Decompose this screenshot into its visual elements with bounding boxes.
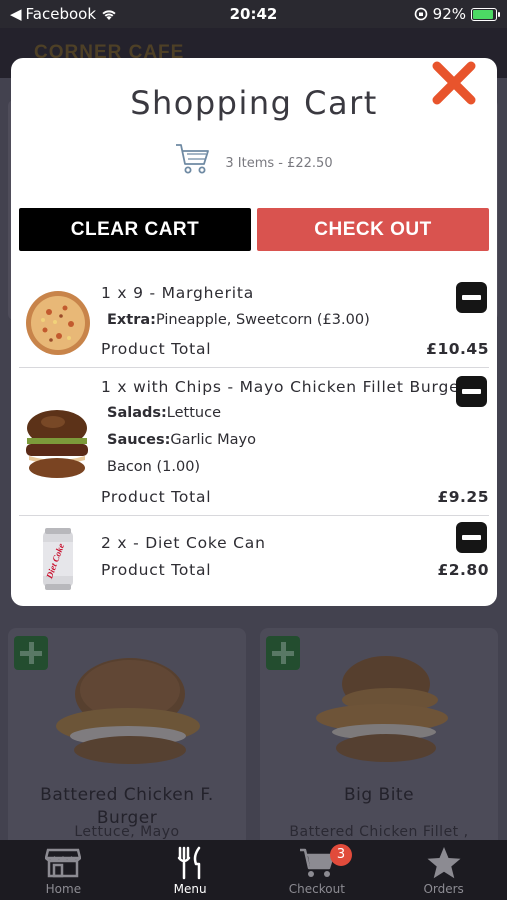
menu-item-name: Big Bite bbox=[343, 785, 415, 805]
store-icon bbox=[45, 848, 82, 878]
cart-item-option: Sauces:Garlic Mayo bbox=[107, 432, 256, 448]
diet-coke-can-image: Diet Coke bbox=[43, 528, 73, 590]
battered-chicken-burger-image bbox=[56, 658, 200, 764]
cart-item: 1 x 9 - Margherita Extra:Pineapple, Swee… bbox=[19, 270, 489, 368]
burger-image bbox=[26, 410, 88, 478]
cart-item-title: 1 x 9 - Margherita bbox=[101, 284, 255, 302]
battery-percent: 92% bbox=[432, 5, 466, 23]
option-label: Salads: bbox=[107, 405, 167, 421]
tab-menu-label: Menu bbox=[173, 882, 207, 896]
cart-item-option: Bacon (1.00) bbox=[107, 459, 200, 475]
product-total-value: £9.25 bbox=[437, 488, 489, 506]
shopping-cart-modal: Shopping Cart 3 Items - £22.50 CLEAR CAR… bbox=[11, 58, 497, 606]
remove-item-button[interactable] bbox=[456, 522, 487, 553]
tab-orders[interactable]: Orders bbox=[380, 840, 507, 900]
product-total-label: Product Total bbox=[101, 340, 212, 358]
tab-home[interactable]: Home bbox=[0, 840, 127, 900]
menu-item-description: Lettuce, Mayo bbox=[74, 824, 180, 840]
option-value: Garlic Mayo bbox=[170, 432, 256, 448]
cart-item-count: 3 Items - £22.50 bbox=[225, 155, 333, 171]
tab-orders-label: Orders bbox=[423, 882, 464, 896]
fork-knife-icon bbox=[177, 846, 201, 880]
cart-item-title: 2 x - Diet Coke Can bbox=[101, 534, 266, 552]
product-total-label: Product Total bbox=[101, 488, 212, 506]
clear-cart-button[interactable]: CLEAR CART bbox=[19, 208, 251, 251]
cart-icon bbox=[176, 144, 210, 174]
tab-menu[interactable]: Menu bbox=[127, 840, 254, 900]
tab-checkout-label: Checkout bbox=[288, 882, 345, 896]
big-bite-burger-image bbox=[316, 656, 448, 762]
product-total-label: Product Total bbox=[101, 561, 212, 579]
modal-title: Shopping Cart bbox=[130, 84, 378, 122]
remove-item-button[interactable] bbox=[456, 376, 487, 407]
menu-card[interactable]: Battered Chicken F. Burger Lettuce, Mayo bbox=[8, 628, 246, 853]
cart-item-title: 1 x with Chips - Mayo Chicken Fillet Bur… bbox=[101, 378, 467, 396]
status-bar: ◀ Facebook 20:42 92% bbox=[0, 0, 507, 28]
tab-checkout[interactable]: Checkout bbox=[254, 840, 381, 900]
tab-home-label: Home bbox=[45, 882, 82, 896]
option-label: Extra: bbox=[107, 312, 156, 328]
checkout-badge: 3 bbox=[330, 844, 352, 866]
option-value: Bacon (1.00) bbox=[107, 459, 201, 475]
option-value: Lettuce bbox=[166, 405, 221, 421]
pizza-image bbox=[26, 291, 90, 355]
product-total-value: £10.45 bbox=[426, 340, 489, 358]
battery-icon bbox=[471, 7, 500, 21]
battery-fill bbox=[473, 9, 494, 19]
cart-item: 1 x with Chips - Mayo Chicken Fillet Bur… bbox=[19, 368, 489, 516]
option-label: Sauces: bbox=[107, 432, 171, 448]
add-item-icon[interactable] bbox=[266, 636, 300, 670]
tab-bar: Home Menu Checkout Orders bbox=[0, 840, 507, 900]
option-value: Pineapple, Sweetcorn (£3.00) bbox=[155, 312, 370, 328]
status-right: 92% bbox=[414, 5, 500, 23]
star-icon bbox=[427, 847, 461, 879]
cart-item-option: Salads:Lettuce bbox=[107, 405, 221, 421]
product-total-value: £2.80 bbox=[437, 561, 489, 579]
menu-card[interactable]: Big Bite Battered Chicken Fillet , bbox=[260, 628, 498, 853]
orientation-lock-icon bbox=[414, 7, 427, 21]
cart-item: Diet Coke 2 x - Diet Coke Can Product To… bbox=[19, 516, 489, 606]
check-out-button[interactable]: CHECK OUT bbox=[257, 208, 489, 251]
cart-item-option: Extra:Pineapple, Sweetcorn (£3.00) bbox=[107, 312, 370, 328]
menu-item-description: Battered Chicken Fillet , bbox=[289, 824, 469, 840]
add-item-icon[interactable] bbox=[14, 636, 48, 670]
cart-summary: 3 Items - £22.50 bbox=[11, 142, 497, 176]
remove-item-button[interactable] bbox=[456, 282, 487, 313]
